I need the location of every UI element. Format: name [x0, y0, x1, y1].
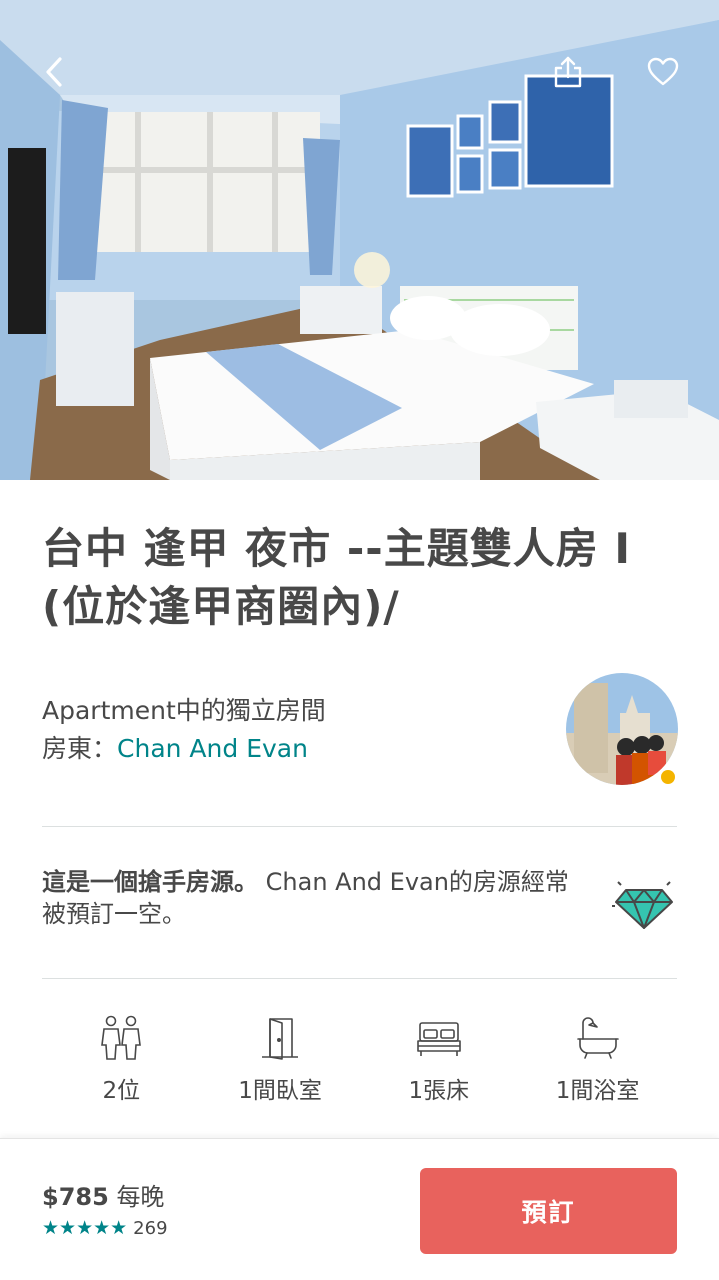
amenity-label: 1間臥室 [238, 1078, 322, 1104]
listing-summary: Apartment中的獨立房間 房東：Chan And Evan [42, 692, 542, 768]
listing-title: 台中 逢甲 夜市 --主題雙人房 I (位於逢甲商圈內)/ [42, 524, 631, 631]
bed-icon [417, 1022, 461, 1056]
listing-capacity: 2位 1間臥室 1張床 1間浴室 [42, 1012, 677, 1112]
amenity-label: 2位 [102, 1078, 141, 1104]
rare-find-heading: 這是一個搶手房源。 [42, 868, 258, 896]
nightly-price: $785 每晚 [42, 1181, 164, 1213]
chevron-left-icon [46, 57, 62, 87]
room-type: Apartment中的獨立房間 [42, 696, 326, 725]
amenity-bathrooms: 1間浴室 [518, 1012, 677, 1112]
amenity-bedrooms: 1間臥室 [201, 1012, 360, 1112]
divider [42, 978, 677, 979]
review-count: 269 [133, 1217, 168, 1239]
host-photo [566, 673, 678, 785]
rating-summary[interactable]: ★★★★★ 269 [42, 1217, 168, 1239]
host-label: 房東： [42, 734, 118, 763]
amenity-label: 1張床 [408, 1078, 470, 1104]
heart-icon [647, 57, 679, 86]
amenity-guests: 2位 [42, 1012, 201, 1112]
host-line: 房東：Chan And Evan [42, 730, 542, 768]
bedroom-photo [0, 0, 719, 480]
host-name-link[interactable]: Chan And Evan [117, 734, 308, 763]
guests-icon [101, 1015, 142, 1060]
amenity-label: 1間浴室 [555, 1078, 640, 1104]
price-amount: $785 [42, 1183, 109, 1211]
bathtub-icon [576, 1017, 619, 1059]
host-avatar[interactable] [566, 673, 678, 785]
star-rating-icon: ★★★★★ [42, 1217, 128, 1239]
rare-find-message: 這是一個搶手房源。 Chan And Evan的房源經常被預訂一空。 [42, 866, 582, 930]
price-unit: 每晚 [116, 1183, 165, 1211]
book-button[interactable]: 預訂 [420, 1168, 677, 1254]
door-icon [262, 1018, 299, 1060]
superhost-badge [661, 770, 675, 784]
diamond-icon [612, 881, 673, 929]
save-heart-button[interactable] [641, 50, 685, 94]
booking-bar: $785 每晚 ★★★★★ 269 預訂 [0, 1138, 719, 1280]
listing-photo[interactable] [0, 0, 719, 480]
back-button[interactable] [32, 50, 76, 94]
amenity-beds: 1張床 [360, 1012, 519, 1112]
share-icon [554, 56, 582, 88]
divider [42, 826, 677, 827]
share-button[interactable] [546, 50, 590, 94]
